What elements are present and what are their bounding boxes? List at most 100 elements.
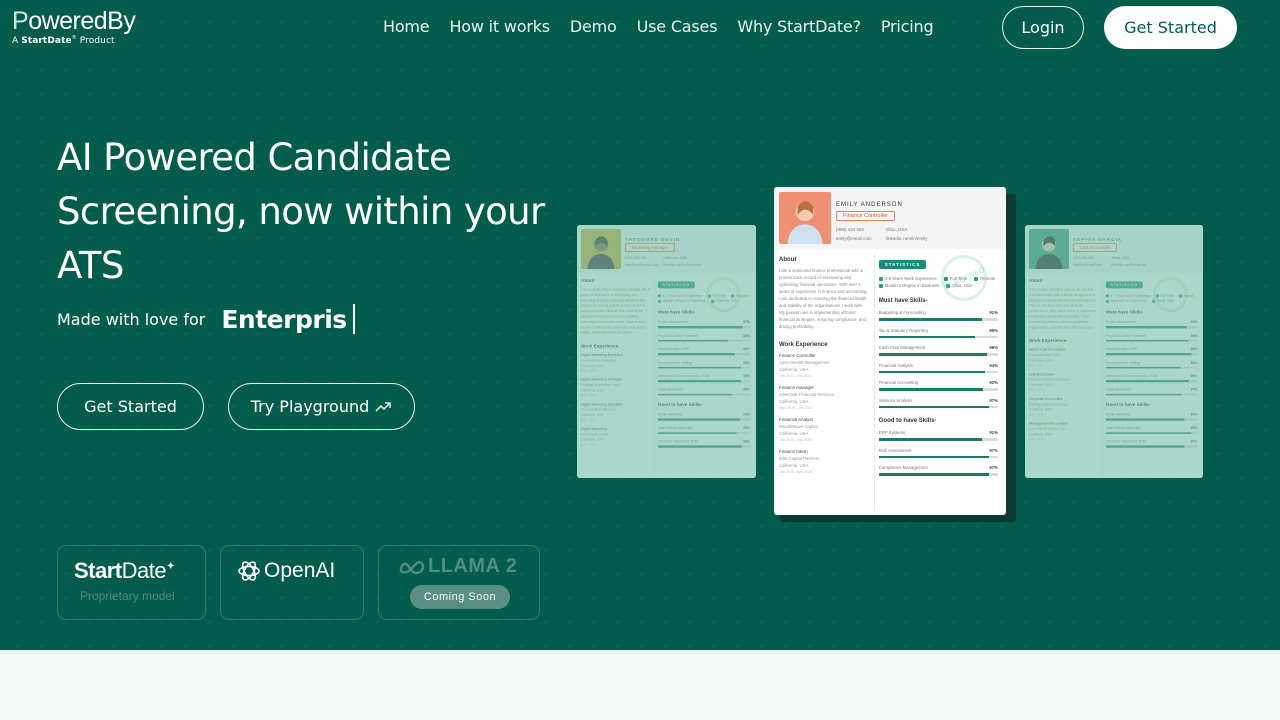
job-company: Sterling Financial Services (1028, 402, 1068, 406)
candidate-email: sophia@email.com (1072, 262, 1103, 267)
openai-logo: OpenAI (237, 559, 335, 583)
good-to-have-title: Good to have Skills- (657, 402, 703, 408)
stat-chip: Full Time (1155, 294, 1173, 297)
login-button[interactable]: Login (1002, 6, 1084, 49)
skill-bar (1105, 393, 1197, 396)
logo[interactable]: PoweredBy A StartDate® Product (12, 8, 136, 46)
skill-bar-fill (878, 353, 988, 356)
skill-bar-fill (1105, 366, 1181, 369)
nav-why-startdate[interactable]: Why StartDate? (737, 17, 861, 36)
skill-score: 95% (743, 373, 750, 378)
skill-bar-fill (657, 418, 740, 421)
candidate-role: Finance Controller (836, 211, 895, 221)
screened-stamp (1147, 271, 1195, 319)
skill-bar (878, 455, 998, 458)
skill-row: Interpersonal Communication Skills 95% (657, 373, 750, 382)
skill-row: Development & Testing 95% (657, 360, 750, 369)
skill-row: Project Management 97% (657, 320, 750, 328)
skill-name: Cash Flow Management (878, 345, 926, 350)
candidate-role: Marketing Manager (624, 243, 676, 253)
job-entry: Digital Marketing Specialist NexusOptima… (581, 401, 634, 422)
bullet-icon (878, 283, 883, 288)
skill-row: Compliance Management 97% (878, 465, 998, 476)
skill-bar-fill (1105, 431, 1191, 434)
skill-name: Risk Assessment (878, 447, 912, 453)
job-title: Cost Accountant (1028, 372, 1055, 376)
skill-name: Lead Generation (657, 387, 683, 391)
skill-bar (878, 405, 998, 408)
skill-row: Interpersonal Communication Skills 96% (1105, 374, 1197, 382)
skill-bar (657, 339, 750, 342)
nav-home[interactable]: Home (383, 17, 430, 36)
job-title: Management Accountant (1028, 421, 1068, 426)
skill-bar-fill (878, 388, 983, 391)
candidate-name: THEODORE DEVIN (624, 236, 681, 242)
resume-left-column: About I am a highly motivated and result… (1028, 279, 1096, 445)
openai-icon (238, 561, 260, 581)
trending-up-icon (375, 401, 392, 412)
nav-how-it-works[interactable]: How it works (449, 17, 550, 36)
model-subtitle: Proprietary model (80, 589, 175, 603)
coming-soon-badge: Coming Soon (410, 585, 510, 609)
skill-name: Development & Testing (1105, 360, 1140, 364)
skill-score: 85% (743, 387, 750, 391)
job-location: California, USA (580, 363, 604, 368)
stat-chip: Bachelor's in Commerce (1105, 299, 1146, 303)
job-location: California, USA (580, 437, 604, 442)
skill-bar (878, 335, 998, 338)
about-title: About (580, 278, 595, 284)
skill-score: 86% (1190, 360, 1197, 364)
try-playground-button[interactable]: Try Playground (228, 383, 415, 430)
job-location: California, USA (779, 431, 809, 436)
resume-left-column: About I am a seasoned finance profession… (779, 257, 869, 480)
job-company: NexusOptima Marketing (580, 407, 617, 412)
skill-name: Lead Generation (1105, 387, 1131, 391)
hero-tagline: Made with love for Enterpris (57, 304, 355, 334)
skill-row: Email Marketing 90% (1105, 412, 1197, 421)
candidate-name: SOPHIA GARCIA (1072, 236, 1122, 242)
header-get-started-button[interactable]: Get Started (1104, 6, 1237, 49)
skill-score: 97% (989, 447, 998, 453)
skill-row: Influencer Negotiation Skills 90% (1105, 439, 1197, 448)
llama-logo: LLAMA 2 (398, 555, 517, 578)
skill-row: Risk Assessment 97% (878, 447, 998, 458)
skill-row: Development & Testing 86% (1105, 360, 1197, 369)
job-title: Digital Marketing Executive (580, 352, 623, 357)
skill-name: Social Media Marketing (657, 425, 693, 430)
screened-stamp (700, 271, 748, 319)
startdate-logo: StartDate✦ (74, 558, 175, 583)
typing-caret (352, 304, 355, 334)
stat-chip: 5-7 Years Work Experience (1105, 294, 1150, 297)
job-location: California, USA (1028, 382, 1052, 387)
job-company: Horizon Financial Strategies (1028, 377, 1071, 382)
candidate-link: linkedin.com/in/theodore (663, 262, 701, 267)
skill-bar-fill (657, 445, 742, 448)
candidate-photo (779, 192, 831, 244)
nav-demo[interactable]: Demo (570, 17, 617, 36)
skill-bar (878, 370, 998, 373)
skill-score: 96% (989, 345, 998, 350)
skill-score: 95% (743, 360, 750, 364)
candidate-phone: (720) 456 789 (624, 255, 647, 260)
skill-bar-fill (878, 405, 989, 408)
skill-row: Lead Generation 85% (657, 387, 750, 396)
skill-bar (878, 353, 998, 356)
skill-bar-fill (1105, 379, 1189, 382)
job-location: California, USA (580, 388, 604, 393)
skill-row: Communication & PR 88% (657, 346, 750, 355)
skill-bar-fill (657, 379, 741, 382)
stat-chip: 3-5 Years Work Experience (878, 276, 937, 281)
skill-score: 94% (743, 412, 750, 416)
nav-pricing[interactable]: Pricing (881, 17, 934, 36)
skill-name: Communication & PR (657, 346, 690, 351)
skill-score: 92% (989, 380, 998, 385)
skill-bar (657, 352, 750, 355)
nav-use-cases[interactable]: Use Cases (637, 17, 718, 36)
job-dates: Jun 2018 - Aug 2020 (779, 438, 812, 442)
resume-right-column: STATISTICS 5-7 Years Work Experience Full… (1101, 275, 1197, 475)
job-company: Apex Wealth Management (779, 360, 830, 365)
hero-get-started-button[interactable]: Get Started (57, 383, 204, 430)
job-dates: 2017 - 2018 (580, 442, 596, 446)
job-company: Elite Capital Partners (779, 456, 820, 461)
person-icon (1035, 236, 1063, 269)
